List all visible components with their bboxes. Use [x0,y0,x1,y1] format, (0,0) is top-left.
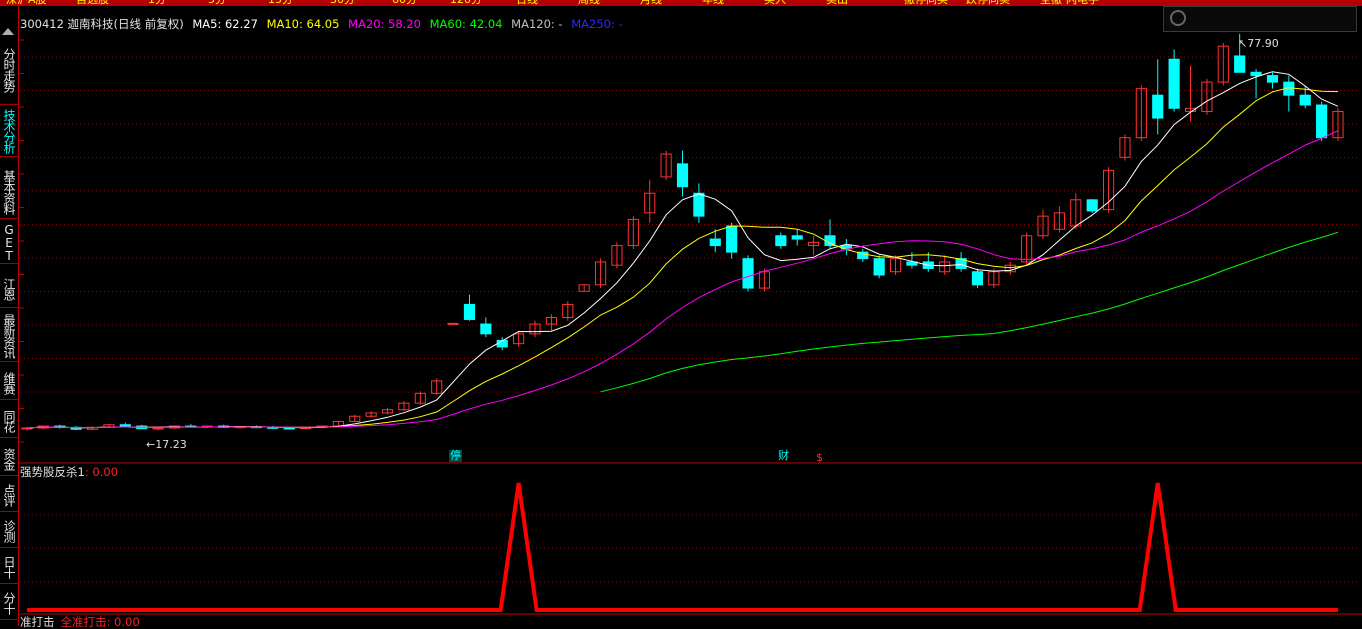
main-chart-legend: 300412 迦南科技(日线 前复权) MA5: 62.27 MA10: 64.… [20,17,628,31]
indicator2-label2: 全准打击 [60,615,107,629]
k-line-chart[interactable] [0,0,1362,626]
candle-body [726,225,738,253]
candle-body [283,427,295,430]
candle-body [119,424,131,427]
candle-body [1168,58,1180,109]
finance-report-marker[interactable]: 财 [778,450,789,462]
ma60-line [600,231,1339,393]
indicator2-name: 准打击 [20,615,55,629]
indicator2-legend: 准打击 全准打击: 0.00 [20,615,140,629]
dividend-marker[interactable]: $ [816,452,823,464]
indicator-legend: 强势股反杀1: 0.00 [20,465,118,479]
candle-body [1266,75,1279,83]
min-price-label: ←17.23 [146,438,187,451]
indicator-value: : 0.00 [84,465,118,479]
candle-body [709,238,721,247]
stock-title: 300412 迦南科技(日线 前复权) [20,17,184,31]
max-price-text: 77.90 [1247,37,1279,50]
trading-halt-marker[interactable]: 停 [449,450,462,462]
indicator2-value: : 0.00 [106,615,140,629]
candle-body [463,303,476,320]
candle-body [775,235,787,247]
ma250-legend: MA250: - [571,17,623,31]
candle-body [1299,94,1311,106]
ma10-legend: MA10: 64.05 [266,17,340,31]
candle-body [480,323,492,335]
candle-body [1086,199,1098,212]
candle-body [1250,71,1262,77]
ma60-legend: MA60: 42.04 [429,17,503,31]
candle-body [873,258,885,276]
candle-body [1234,55,1246,73]
ma20-legend: MA20: 58.20 [348,17,421,31]
candle-body [152,427,164,430]
ma5-legend: MA5: 62.27 [192,17,258,31]
candles-group [21,33,1344,431]
candle-body [791,235,803,240]
indicator-line [27,482,1338,612]
candle-body [676,163,689,188]
indicator-name: 强势股反杀1 [20,465,85,479]
candle-body [1316,104,1328,139]
candle-body [693,192,705,217]
candle-body [1152,94,1164,119]
max-price-label: ↖77.90 [1238,37,1279,50]
ma120-legend: MA120: - [511,17,563,31]
candle-body [447,322,459,325]
candle-body [971,271,984,286]
min-price-text: 17.23 [155,438,187,451]
candle-body [742,258,754,289]
